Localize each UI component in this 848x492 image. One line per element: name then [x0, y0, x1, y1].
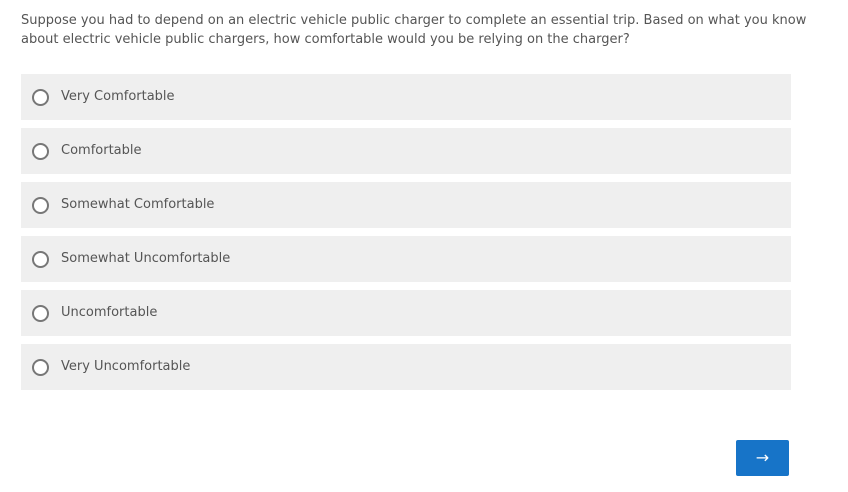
- question-text: Suppose you had to depend on an electric…: [21, 13, 807, 47]
- option-label: Uncomfortable: [61, 305, 158, 320]
- option-label: Comfortable: [61, 143, 142, 158]
- radio-button-icon[interactable]: [32, 197, 49, 214]
- option-comfortable[interactable]: Comfortable: [21, 128, 791, 174]
- answer-options: Very Comfortable Comfortable Somewhat Co…: [21, 74, 791, 398]
- radio-button-icon[interactable]: [32, 305, 49, 322]
- next-button[interactable]: →: [736, 440, 789, 476]
- option-label: Very Uncomfortable: [61, 359, 191, 374]
- option-label: Somewhat Uncomfortable: [61, 251, 231, 266]
- radio-button-icon[interactable]: [32, 143, 49, 160]
- arrow-right-icon: →: [755, 448, 770, 467]
- radio-button-icon[interactable]: [32, 251, 49, 268]
- survey-page: Suppose you had to depend on an electric…: [0, 0, 848, 492]
- option-label: Very Comfortable: [61, 89, 175, 104]
- radio-button-icon[interactable]: [32, 359, 49, 376]
- radio-button-icon[interactable]: [32, 89, 49, 106]
- option-somewhat-comfortable[interactable]: Somewhat Comfortable: [21, 182, 791, 228]
- option-very-uncomfortable[interactable]: Very Uncomfortable: [21, 344, 791, 390]
- option-very-comfortable[interactable]: Very Comfortable: [21, 74, 791, 120]
- option-label: Somewhat Comfortable: [61, 197, 215, 212]
- option-uncomfortable[interactable]: Uncomfortable: [21, 290, 791, 336]
- option-somewhat-uncomfortable[interactable]: Somewhat Uncomfortable: [21, 236, 791, 282]
